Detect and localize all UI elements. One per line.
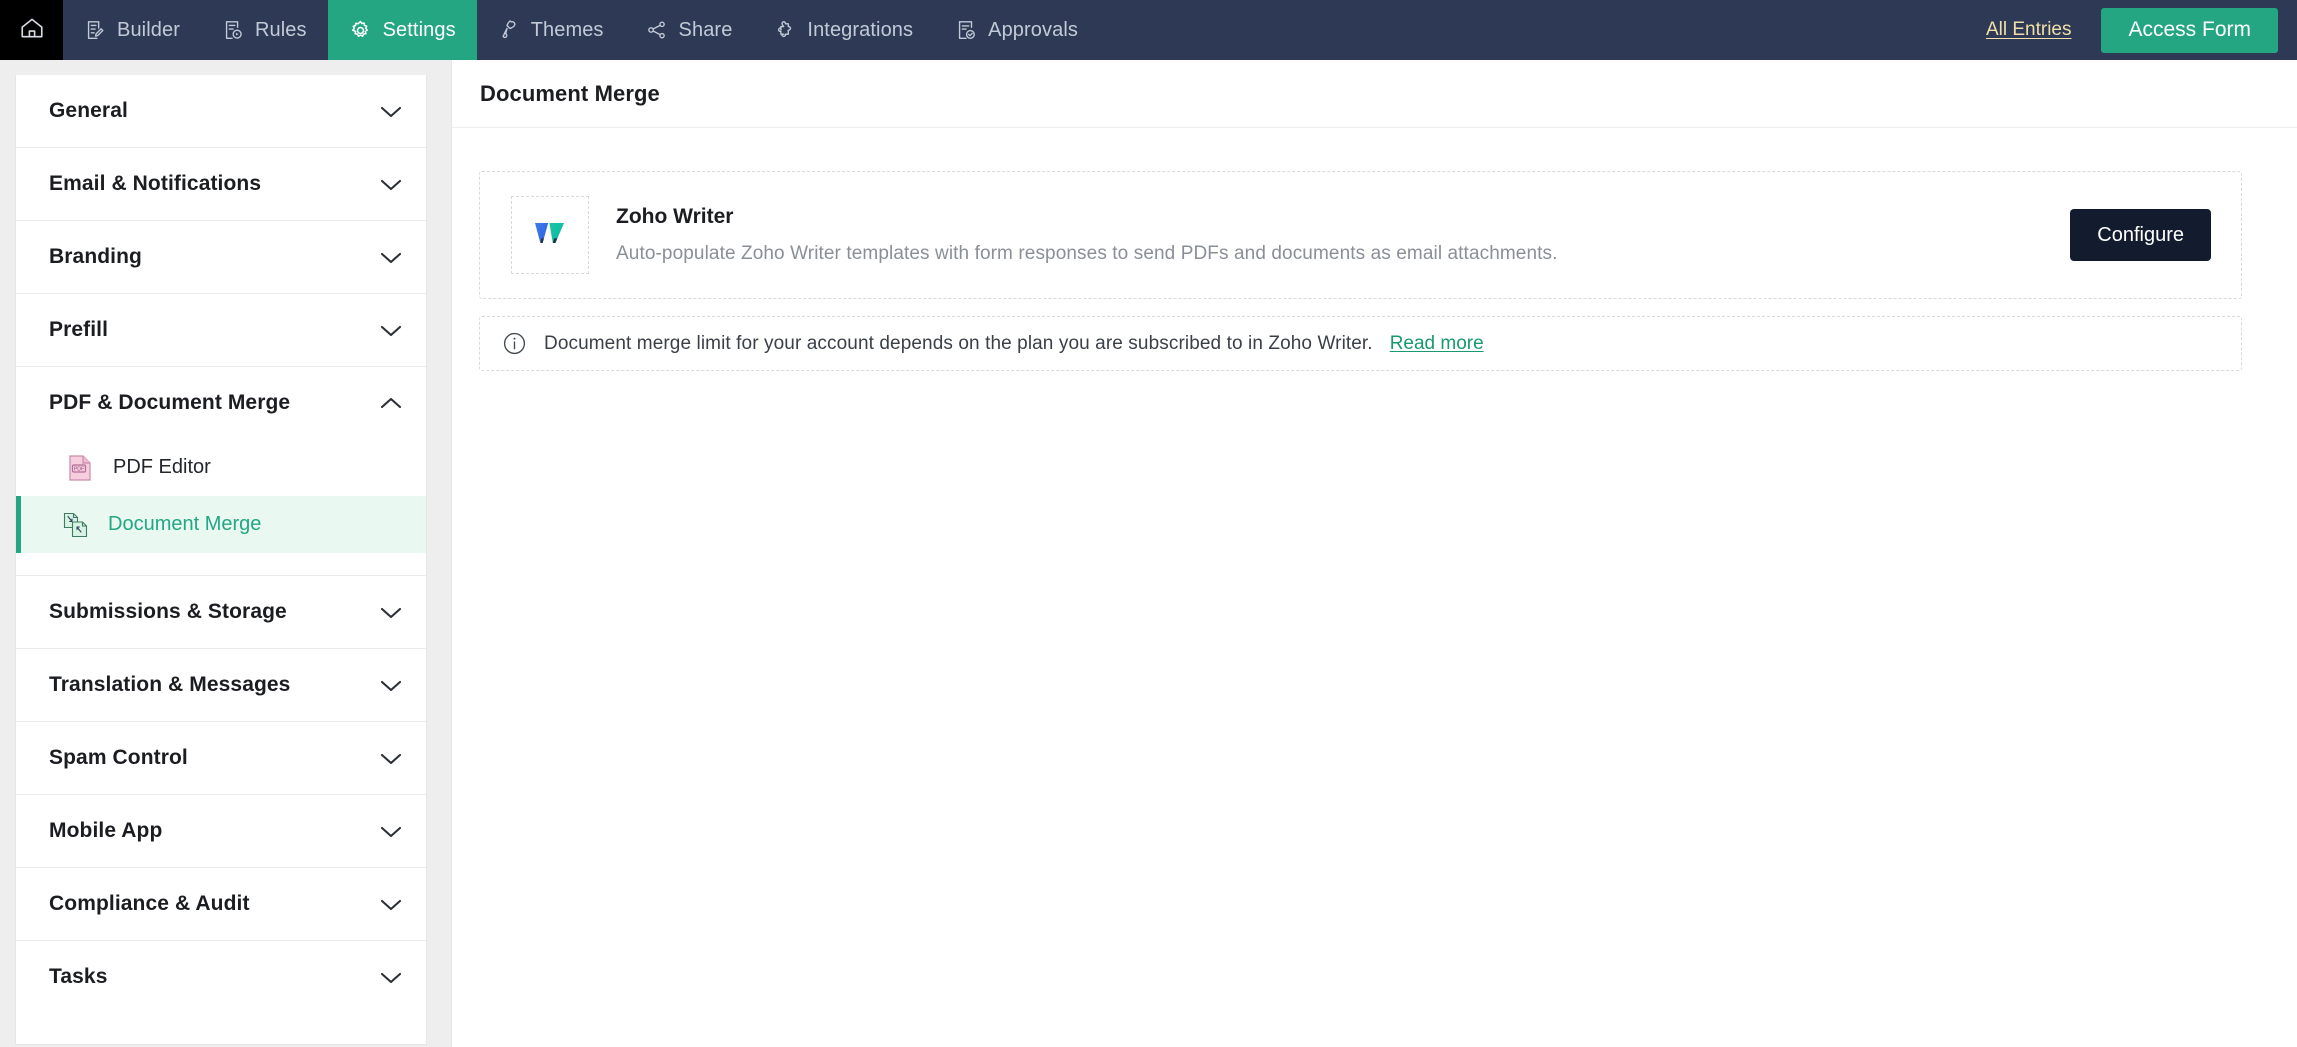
sidebar-section-general: General	[16, 75, 426, 148]
sidebar-item-pdf-editor[interactable]: PDF PDF Editor	[16, 439, 426, 496]
puzzle-piece-icon	[774, 19, 796, 41]
sidebar-item-general[interactable]: General	[16, 75, 426, 147]
chevron-down-icon	[380, 105, 402, 118]
nav-item-label: Themes	[530, 18, 604, 41]
nav-item-label: Settings	[382, 18, 456, 41]
sidebar-subitem-label: PDF Editor	[113, 456, 211, 478]
nav-item-builder[interactable]: Builder	[63, 0, 201, 60]
integration-description: Auto-populate Zoho Writer templates with…	[616, 243, 1558, 264]
configure-button[interactable]: Configure	[2070, 209, 2211, 261]
app-body: General Email & Notifications Branding P…	[0, 60, 2297, 1047]
sidebar-item-mobile-app[interactable]: Mobile App	[16, 795, 426, 867]
paint-roller-icon	[498, 19, 520, 41]
nav-item-approvals[interactable]: Approvals	[934, 0, 1099, 60]
nav-item-label: Approvals	[988, 18, 1078, 41]
home-icon	[19, 15, 45, 46]
nav-item-label: Builder	[117, 18, 180, 41]
share-nodes-icon	[646, 19, 668, 41]
chevron-down-icon	[380, 679, 402, 692]
sidebar-item-spam-control[interactable]: Spam Control	[16, 722, 426, 794]
sidebar-section-tasks: Tasks	[16, 941, 426, 1013]
all-entries-link[interactable]: All Entries	[1986, 19, 2072, 41]
chevron-down-icon	[380, 606, 402, 619]
nav-item-label: Rules	[254, 18, 307, 41]
sidebar-item-branding[interactable]: Branding	[16, 221, 426, 293]
read-more-link[interactable]: Read more	[1390, 333, 1484, 355]
document-merge-info-banner: Document merge limit for your account de…	[479, 316, 2242, 371]
sidebar-section-label: Spam Control	[49, 746, 188, 769]
sidebar-section-spam-control: Spam Control	[16, 722, 426, 795]
pdf-subitem-list: PDF PDF Editor Document Merge	[16, 439, 426, 575]
sidebar-item-submissions-storage[interactable]: Submissions & Storage	[16, 576, 426, 648]
sidebar-section-pdf-document-merge: PDF & Document Merge PDF PDF Editor Docu…	[16, 367, 426, 576]
sidebar-section-label: Prefill	[49, 318, 109, 341]
zoho-writer-logo	[526, 209, 574, 262]
info-circle-icon	[502, 331, 527, 356]
sidebar-subitem-label: Document Merge	[108, 513, 262, 535]
sidebar-section-label: Translation & Messages	[49, 673, 291, 696]
chevron-down-icon	[380, 324, 402, 337]
approval-doc-icon	[955, 19, 977, 41]
zoho-writer-integration-card: Zoho Writer Auto-populate Zoho Writer te…	[479, 171, 2242, 299]
settings-sidebar: General Email & Notifications Branding P…	[0, 60, 451, 1047]
sidebar-item-compliance-audit[interactable]: Compliance & Audit	[16, 868, 426, 940]
form-builder-icon	[84, 19, 106, 41]
svg-text:PDF: PDF	[74, 466, 84, 472]
sidebar-section-label: General	[49, 99, 128, 122]
sidebar-item-email-notifications[interactable]: Email & Notifications	[16, 148, 426, 220]
sidebar-section-label: Email & Notifications	[49, 172, 262, 195]
chevron-down-icon	[380, 752, 402, 765]
sidebar-section-label: Branding	[49, 245, 142, 268]
sidebar-item-prefill[interactable]: Prefill	[16, 294, 426, 366]
zoho-writer-card-text: Zoho Writer Auto-populate Zoho Writer te…	[616, 205, 2043, 265]
zoho-writer-logo-container	[511, 196, 589, 274]
top-navigation-bar: Builder Rules Settings Themes Share Inte…	[0, 0, 2297, 60]
document-merge-icon	[62, 511, 88, 539]
settings-section-list: General Email & Notifications Branding P…	[15, 75, 427, 1045]
info-banner-text: Document merge limit for your account de…	[544, 332, 1373, 354]
nav-item-themes[interactable]: Themes	[477, 0, 625, 60]
sidebar-section-compliance-audit: Compliance & Audit	[16, 868, 426, 941]
sidebar-section-label: Compliance & Audit	[49, 892, 250, 915]
nav-right-actions: All Entries Access Form	[1986, 0, 2297, 60]
nav-item-integrations[interactable]: Integrations	[753, 0, 934, 60]
rules-icon	[222, 19, 244, 41]
sidebar-section-label: PDF & Document Merge	[49, 391, 291, 414]
sidebar-section-branding: Branding	[16, 221, 426, 294]
sidebar-item-pdf-document-merge[interactable]: PDF & Document Merge	[16, 367, 426, 439]
chevron-down-icon	[380, 898, 402, 911]
chevron-down-icon	[380, 251, 402, 264]
chevron-up-icon	[380, 397, 402, 410]
sidebar-item-tasks[interactable]: Tasks	[16, 941, 426, 1013]
main-header: Document Merge	[452, 60, 2297, 128]
chevron-down-icon	[380, 178, 402, 191]
sidebar-section-translation-messages: Translation & Messages	[16, 649, 426, 722]
sidebar-section-label: Mobile App	[49, 819, 163, 842]
nav-item-list: Builder Rules Settings Themes Share Inte…	[63, 0, 1099, 60]
gear-icon	[349, 19, 372, 42]
chevron-down-icon	[380, 825, 402, 838]
access-form-button[interactable]: Access Form	[2101, 7, 2278, 53]
sidebar-section-prefill: Prefill	[16, 294, 426, 367]
nav-item-label: Integrations	[807, 18, 914, 41]
sidebar-section-mobile-app: Mobile App	[16, 795, 426, 868]
nav-item-share[interactable]: Share	[625, 0, 754, 60]
main-content-body: Zoho Writer Auto-populate Zoho Writer te…	[452, 128, 2297, 371]
home-button[interactable]	[0, 0, 63, 60]
nav-item-settings[interactable]: Settings	[327, 0, 477, 60]
main-content-area: Document Merge Zoho Writer Auto-populate…	[451, 60, 2297, 1047]
sidebar-section-label: Tasks	[49, 965, 108, 988]
chevron-down-icon	[380, 971, 402, 984]
integration-title: Zoho Writer	[616, 205, 734, 228]
sidebar-item-document-merge[interactable]: Document Merge	[16, 496, 426, 553]
nav-item-rules[interactable]: Rules	[201, 0, 328, 60]
nav-item-label: Share	[678, 18, 733, 41]
page-title: Document Merge	[480, 80, 660, 106]
sidebar-section-email-notifications: Email & Notifications	[16, 148, 426, 221]
sidebar-item-translation-messages[interactable]: Translation & Messages	[16, 649, 426, 721]
sidebar-section-submissions-storage: Submissions & Storage	[16, 576, 426, 649]
pdf-file-icon: PDF	[67, 454, 93, 482]
sidebar-section-label: Submissions & Storage	[49, 600, 287, 623]
